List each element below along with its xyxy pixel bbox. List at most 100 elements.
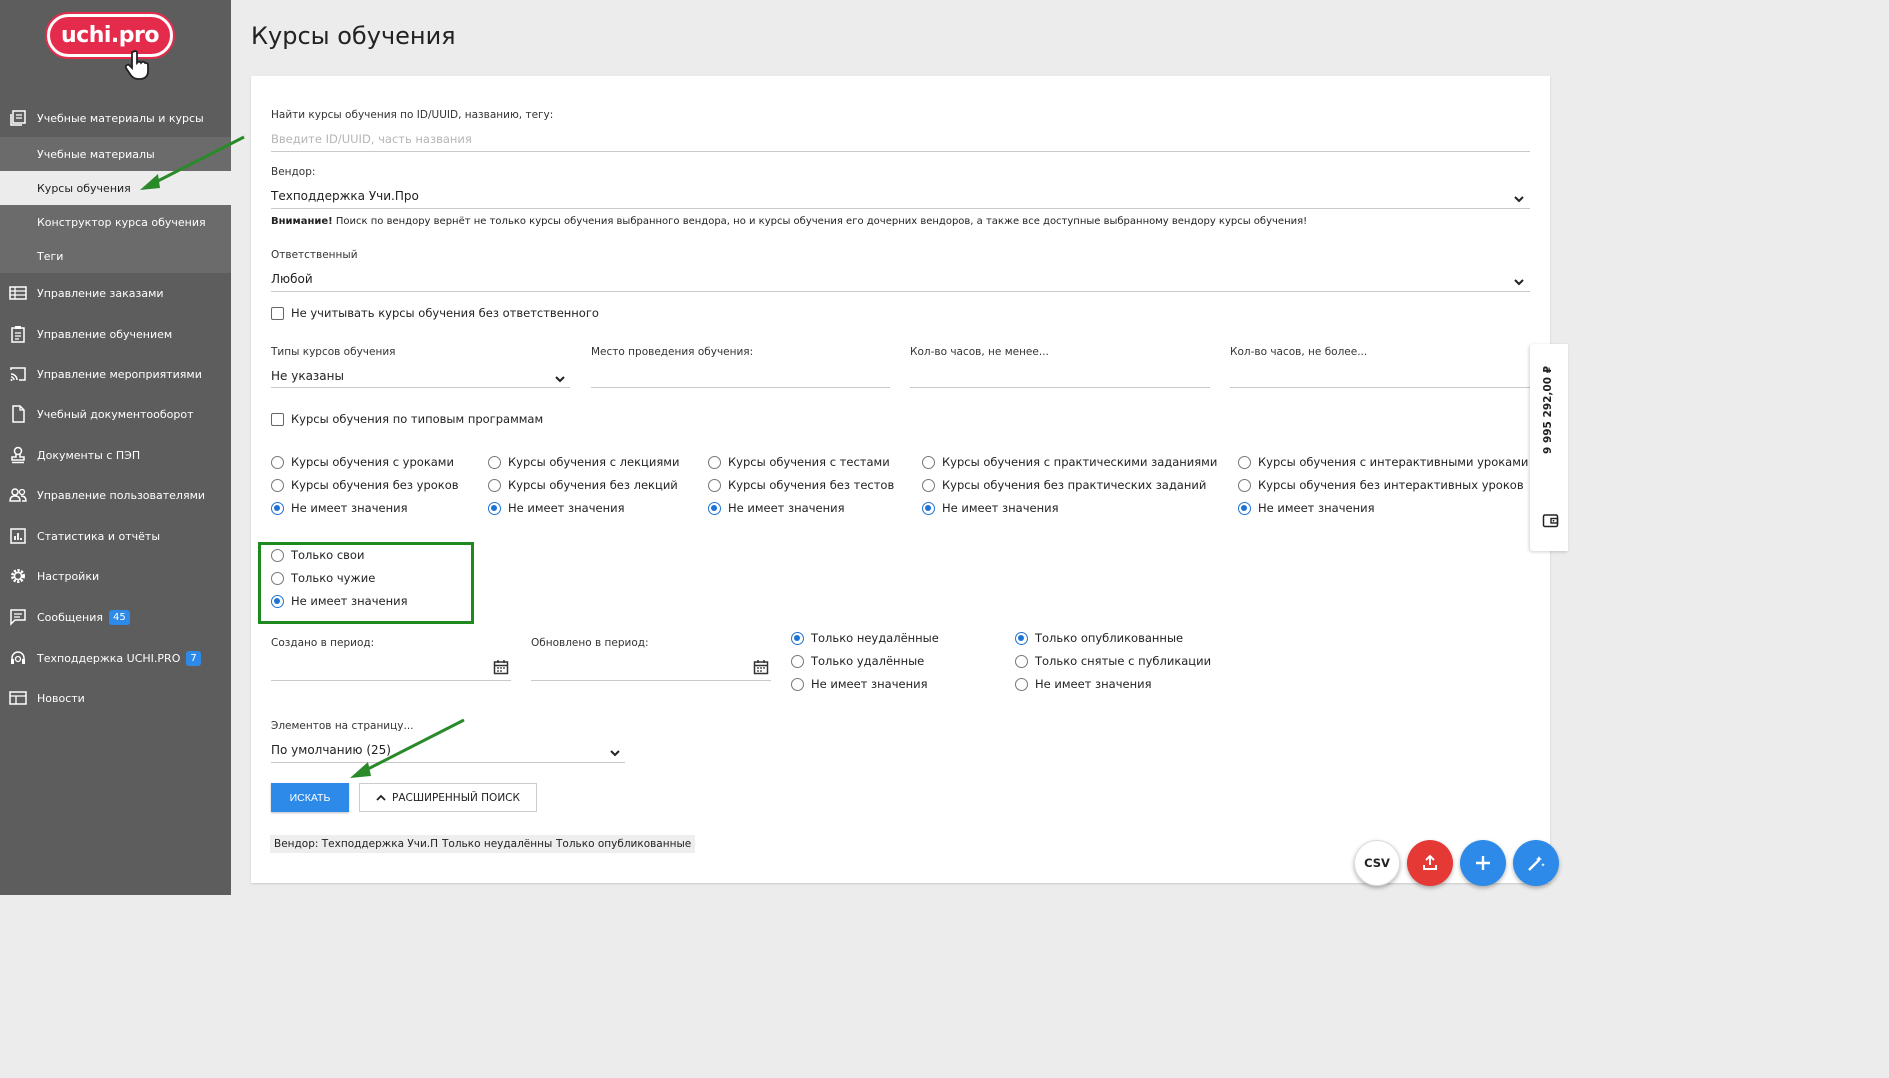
radio-option[interactable]: Не имеет значения (1238, 501, 1375, 515)
sidebar-item-news[interactable]: Новости (0, 678, 231, 718)
sidebar-item-tags[interactable]: Теги (0, 239, 231, 273)
radio-button[interactable] (271, 548, 284, 562)
radio-option[interactable]: Курсы обучения без практических заданий (922, 478, 1206, 492)
csv-export-button[interactable]: CSV (1354, 840, 1400, 886)
radio-option[interactable]: Курсы обучения с интерактивными уроками (1238, 455, 1528, 469)
chevron-down-icon[interactable] (1513, 190, 1525, 203)
radio-option[interactable]: Курсы обучения с уроками (271, 455, 454, 469)
radio-button[interactable] (271, 571, 284, 585)
checkbox-box[interactable] (271, 412, 284, 426)
radio-button[interactable] (271, 455, 284, 469)
radio-option[interactable]: Не имеет значения (271, 501, 408, 515)
radio-label: Не имеет значения (942, 501, 1059, 515)
radio-label: Курсы обучения без тестов (728, 478, 895, 492)
radio-button[interactable] (1015, 677, 1028, 691)
vendor-select[interactable]: Техподдержка Учи.Про (271, 189, 419, 203)
sidebar-item-events[interactable]: Управление мероприятиями (0, 354, 231, 394)
filter-chip-vendor[interactable]: Вендор: Техподдержка Учи.Про (270, 835, 456, 853)
radio-option[interactable]: Курсы обучения с практическими заданиями (922, 455, 1217, 469)
radio-option[interactable]: Только снятые с публикации (1015, 654, 1211, 668)
sidebar-item-messages[interactable]: Сообщения 45 (0, 597, 231, 637)
radio-button[interactable] (1015, 631, 1028, 645)
radio-option[interactable]: Не имеет значения (791, 677, 928, 691)
radio-option[interactable]: Курсы обучения без уроков (271, 478, 459, 492)
sidebar-group-materials[interactable]: Учебные материалы и курсы (0, 99, 231, 137)
responsible-select[interactable]: Любой (271, 272, 313, 286)
no-responsible-checkbox[interactable]: Не учитывать курсы обучения без ответств… (271, 306, 599, 320)
typical-programs-checkbox[interactable]: Курсы обучения по типовым программам (271, 412, 543, 426)
radio-option[interactable]: Только удалённые (791, 654, 924, 668)
radio-option[interactable]: Курсы обучения с лекциями (488, 455, 679, 469)
chevron-down-icon[interactable] (609, 744, 621, 757)
sidebar-item-support[interactable]: Техподдержка UCHI.PRO 7 (0, 638, 231, 678)
radio-button[interactable] (1015, 654, 1028, 668)
radio-button[interactable] (488, 455, 501, 469)
radio-option[interactable]: Не имеет значения (708, 501, 845, 515)
hours-max-input[interactable] (1230, 387, 1530, 388)
logo-text: uchi.pro (61, 23, 159, 48)
radio-button[interactable] (922, 501, 935, 515)
clipboard-icon (8, 325, 28, 343)
chevron-down-icon[interactable] (1513, 273, 1525, 286)
sidebar-item-orders[interactable]: Управление заказами (0, 273, 231, 313)
sidebar-item-course-builder[interactable]: Конструктор курса обучения (0, 205, 231, 239)
add-course-button[interactable] (1460, 840, 1506, 886)
radio-button[interactable] (922, 455, 935, 469)
sidebar-item-users[interactable]: Управление пользователями (0, 475, 231, 515)
radio-button[interactable] (271, 501, 284, 515)
radio-button[interactable] (488, 501, 501, 515)
radio-option[interactable]: Курсы обучения без лекций (488, 478, 678, 492)
radio-button[interactable] (922, 478, 935, 492)
upload-button[interactable] (1407, 840, 1453, 886)
search-button[interactable]: ИСКАТЬ (271, 783, 349, 812)
created-period-input[interactable] (271, 680, 511, 681)
radio-option[interactable]: Курсы обучения без интерактивных уроков (1238, 478, 1524, 492)
hours-min-input[interactable] (910, 387, 1210, 388)
radio-button[interactable] (271, 594, 284, 608)
checkbox-box[interactable] (271, 306, 284, 320)
radio-button[interactable] (708, 455, 721, 469)
radio-button[interactable] (791, 677, 804, 691)
per-page-label: Элементов на страницу... (271, 720, 414, 732)
location-input[interactable] (591, 387, 890, 388)
radio-button[interactable] (708, 501, 721, 515)
course-types-select[interactable]: Не указаны (271, 369, 344, 383)
radio-option[interactable]: Не имеет значения (1015, 677, 1152, 691)
radio-option[interactable]: Не имеет значения (271, 594, 408, 608)
updated-period-input[interactable] (531, 680, 771, 681)
radio-option[interactable]: Не имеет значения (922, 501, 1059, 515)
sidebar-item-settings[interactable]: Настройки (0, 556, 231, 596)
radio-button[interactable] (488, 478, 501, 492)
radio-button[interactable] (271, 478, 284, 492)
filter-chip-not-deleted[interactable]: Только неудалённые (438, 835, 563, 853)
wallet-icon[interactable] (1542, 512, 1559, 529)
magic-wand-button[interactable] (1513, 840, 1559, 886)
sidebar-item-materials[interactable]: Учебные материалы (0, 137, 231, 171)
radio-button[interactable] (791, 631, 804, 645)
radio-option[interactable]: Только свои (271, 548, 364, 562)
radio-option[interactable]: Курсы обучения без тестов (708, 478, 894, 492)
radio-button[interactable] (1238, 501, 1251, 515)
radio-option[interactable]: Только чужие (271, 571, 375, 585)
radio-button[interactable] (708, 478, 721, 492)
radio-option[interactable]: Не имеет значения (488, 501, 625, 515)
logo[interactable]: uchi.pro (47, 14, 173, 57)
calendar-icon[interactable] (753, 659, 769, 675)
radio-button[interactable] (1238, 478, 1251, 492)
search-input[interactable]: Введите ID/UUID, часть названия (271, 132, 472, 146)
radio-option[interactable]: Курсы обучения с тестами (708, 455, 890, 469)
radio-button[interactable] (1238, 455, 1251, 469)
radio-option[interactable]: Только неудалённые (791, 631, 939, 645)
radio-button[interactable] (791, 654, 804, 668)
sidebar-item-courses[interactable]: Курсы обучения (0, 171, 231, 205)
advanced-search-button[interactable]: РАСШИРЕННЫЙ ПОИСК (359, 783, 537, 812)
filter-chip-published[interactable]: Только опубликованные (552, 835, 696, 853)
sidebar-item-training[interactable]: Управление обучением (0, 314, 231, 354)
chevron-down-icon[interactable] (554, 370, 566, 383)
per-page-select[interactable]: По умолчанию (25) (271, 743, 391, 757)
sidebar-item-documents[interactable]: Учебный документооборот (0, 394, 231, 434)
radio-option[interactable]: Только опубликованные (1015, 631, 1183, 645)
sidebar-item-stats[interactable]: Статистика и отчёты (0, 516, 231, 556)
sidebar-item-pep-docs[interactable]: Документы с ПЭП (0, 435, 231, 475)
calendar-icon[interactable] (493, 659, 509, 675)
